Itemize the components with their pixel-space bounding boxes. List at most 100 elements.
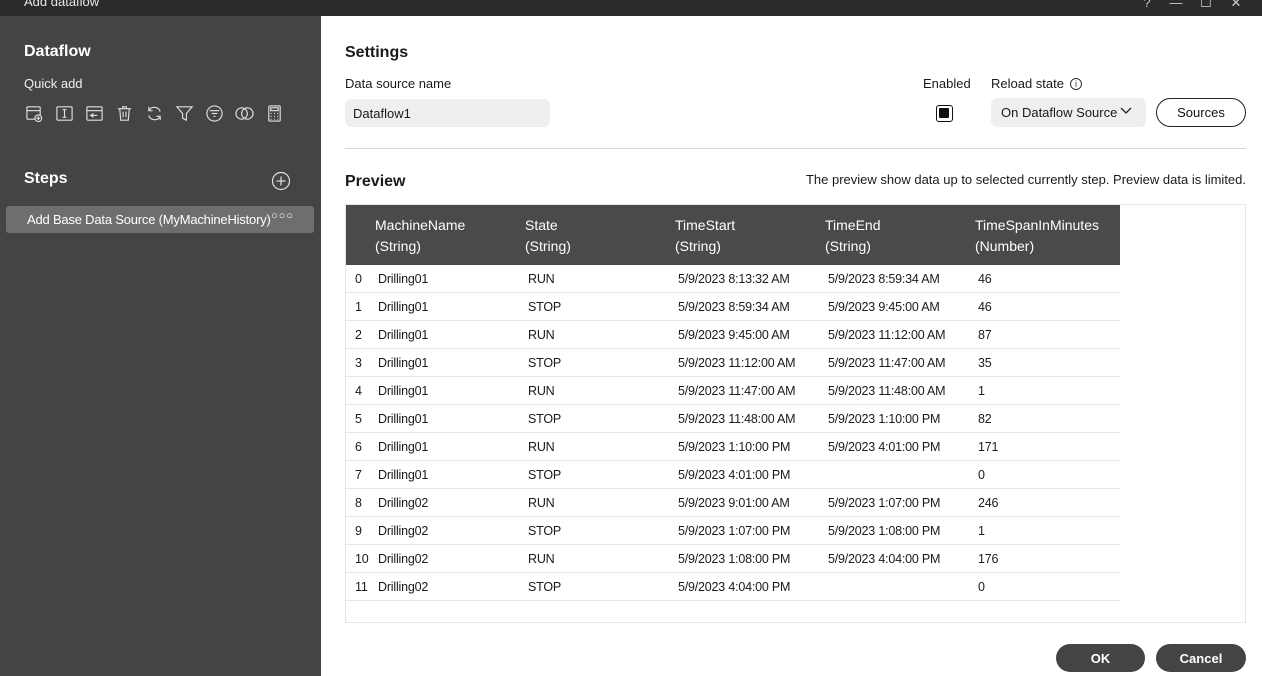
table-row[interactable]: 3 Drilling01 STOP 5/9/2023 11:12:00 AM 5/9/2… <box>346 349 1120 377</box>
table-cell: RUN <box>528 328 555 342</box>
join-icon[interactable] <box>234 103 254 123</box>
step-item[interactable]: Add Base Data Source (MyMachineHistory) … <box>6 206 314 233</box>
cancel-button[interactable]: Cancel <box>1156 644 1246 672</box>
table-cell: RUN <box>528 272 555 286</box>
table-row[interactable]: 1 Drilling01 STOP 5/9/2023 8:59:34 AM 5/9/20… <box>346 293 1120 321</box>
table-cell: Drilling01 <box>378 412 429 426</box>
minimize-icon[interactable]: — <box>1168 0 1184 11</box>
settings-heading: Settings <box>345 44 409 61</box>
table-cell: STOP <box>528 356 562 370</box>
steps-heading: Steps <box>24 170 68 187</box>
table-cell: 5/9/2023 4:04:00 PM <box>828 552 941 566</box>
text-cursor-icon[interactable] <box>54 103 74 123</box>
sidebar-heading: Dataflow <box>24 43 91 60</box>
reload-state-value: On Dataflow Source <box>1001 105 1118 120</box>
row-index: 6 <box>355 440 362 454</box>
table-cell: 5/9/2023 1:07:00 PM <box>678 524 791 538</box>
import-icon[interactable] <box>84 103 104 123</box>
table-cell: 5/9/2023 11:48:00 AM <box>678 412 796 426</box>
table-cell: Drilling02 <box>378 524 429 538</box>
table-cell: Drilling01 <box>378 300 429 314</box>
title-bar: Add dataflow ? — ☐ ✕ <box>0 0 1262 16</box>
enabled-label: Enabled <box>923 76 971 91</box>
add-table-icon[interactable] <box>24 103 44 123</box>
table-cell: Drilling01 <box>378 272 429 286</box>
add-step-icon[interactable] <box>271 171 291 191</box>
table-cell: 5/9/2023 8:13:32 AM <box>678 272 790 286</box>
table-row[interactable]: 7 Drilling01 STOP 5/9/2023 4:01:00 PM 0 <box>346 461 1120 489</box>
row-index: 3 <box>355 356 362 370</box>
row-index: 5 <box>355 412 362 426</box>
info-icon[interactable]: i <box>1070 78 1082 90</box>
table-cell: 5/9/2023 9:01:00 AM <box>678 496 790 510</box>
table-cell: RUN <box>528 384 555 398</box>
table-cell: 46 <box>978 300 992 314</box>
data-source-name-input[interactable] <box>345 99 550 127</box>
checkbox-checked-mark <box>939 108 949 118</box>
column-header-timespaninminutes[interactable]: TimeSpanInMinutes (Number) <box>975 215 1099 257</box>
table-cell: 5/9/2023 8:59:34 AM <box>828 272 940 286</box>
table-cell: Drilling01 <box>378 468 429 482</box>
sidebar: Dataflow Quick add Steps Add Base Data S… <box>0 16 321 676</box>
table-cell: 5/9/2023 11:12:00 AM <box>828 328 946 342</box>
table-cell: 5/9/2023 1:10:00 PM <box>678 440 791 454</box>
table-cell: STOP <box>528 524 562 538</box>
window-title: Add dataflow <box>24 0 100 9</box>
table-cell: STOP <box>528 300 562 314</box>
table-cell: 5/9/2023 4:04:00 PM <box>678 580 791 594</box>
table-cell: 5/9/2023 11:47:00 AM <box>678 384 796 398</box>
quick-add-label: Quick add <box>24 76 83 91</box>
refresh-icon[interactable] <box>144 103 164 123</box>
table-cell: 5/9/2023 4:01:00 PM <box>828 440 941 454</box>
more-options-icon[interactable]: ○○○ <box>271 210 294 222</box>
table-row[interactable]: 0 Drilling01 RUN 5/9/2023 8:13:32 AM 5/9/202… <box>346 265 1120 293</box>
data-source-name-label: Data source name <box>345 76 452 91</box>
table-row[interactable]: 5 Drilling01 STOP 5/9/2023 11:48:00 AM 5/9/2… <box>346 405 1120 433</box>
table-row[interactable]: 6 Drilling01 RUN 5/9/2023 1:10:00 PM 5/9/202… <box>346 433 1120 461</box>
table-cell: STOP <box>528 412 562 426</box>
table-cell: 5/9/2023 1:08:00 PM <box>678 552 791 566</box>
quick-add-toolbar <box>24 103 294 123</box>
table-cell: 0 <box>978 468 985 482</box>
table-cell: Drilling02 <box>378 580 429 594</box>
row-index: 4 <box>355 384 362 398</box>
maximize-icon[interactable]: ☐ <box>1198 0 1214 11</box>
table-cell: 5/9/2023 9:45:00 AM <box>828 300 940 314</box>
main-panel: Settings Data source name Enabled Reload… <box>321 16 1262 676</box>
help-icon[interactable]: ? <box>1139 0 1155 11</box>
column-header-state[interactable]: State (String) <box>525 215 571 257</box>
table-row[interactable]: 11 Drilling02 STOP 5/9/2023 4:04:00 PM 0 <box>346 573 1120 601</box>
table-cell: Drilling01 <box>378 356 429 370</box>
reload-state-select[interactable]: On Dataflow Source <box>991 98 1146 127</box>
table-cell: 171 <box>978 440 999 454</box>
table-cell: Drilling01 <box>378 328 429 342</box>
table-cell: RUN <box>528 552 555 566</box>
sources-button[interactable]: Sources <box>1156 98 1246 127</box>
close-icon[interactable]: ✕ <box>1228 0 1244 11</box>
table-cell: RUN <box>528 496 555 510</box>
table-row[interactable]: 10 Drilling02 RUN 5/9/2023 1:08:00 PM 5/9/20… <box>346 545 1120 573</box>
ok-button[interactable]: OK <box>1056 644 1145 672</box>
table-row[interactable]: 8 Drilling02 RUN 5/9/2023 9:01:00 AM 5/9/202… <box>346 489 1120 517</box>
column-header-machinename[interactable]: MachineName (String) <box>375 215 465 257</box>
table-row[interactable]: 4 Drilling01 RUN 5/9/2023 11:47:00 AM 5/9/20… <box>346 377 1120 405</box>
table-cell: 46 <box>978 272 992 286</box>
row-index: 11 <box>355 580 368 594</box>
table-row[interactable]: 9 Drilling02 STOP 5/9/2023 1:07:00 PM 5/9/20… <box>346 517 1120 545</box>
filter-icon[interactable] <box>174 103 194 123</box>
table-row[interactable]: 2 Drilling01 RUN 5/9/2023 9:45:00 AM 5/9/202… <box>346 321 1120 349</box>
table-cell: RUN <box>528 440 555 454</box>
column-header-timestart[interactable]: TimeStart (String) <box>675 215 735 257</box>
filter-list-icon[interactable] <box>204 103 224 123</box>
row-index: 10 <box>355 552 369 566</box>
row-index: 8 <box>355 496 362 510</box>
row-index: 1 <box>355 300 362 314</box>
column-header-timeend[interactable]: TimeEnd (String) <box>825 215 881 257</box>
trash-icon[interactable] <box>114 103 134 123</box>
table-cell: 5/9/2023 4:01:00 PM <box>678 468 791 482</box>
table-cell: 35 <box>978 356 992 370</box>
table-cell: STOP <box>528 468 562 482</box>
row-index: 2 <box>355 328 362 342</box>
enabled-checkbox[interactable] <box>936 105 953 122</box>
calculator-icon[interactable] <box>264 103 284 123</box>
